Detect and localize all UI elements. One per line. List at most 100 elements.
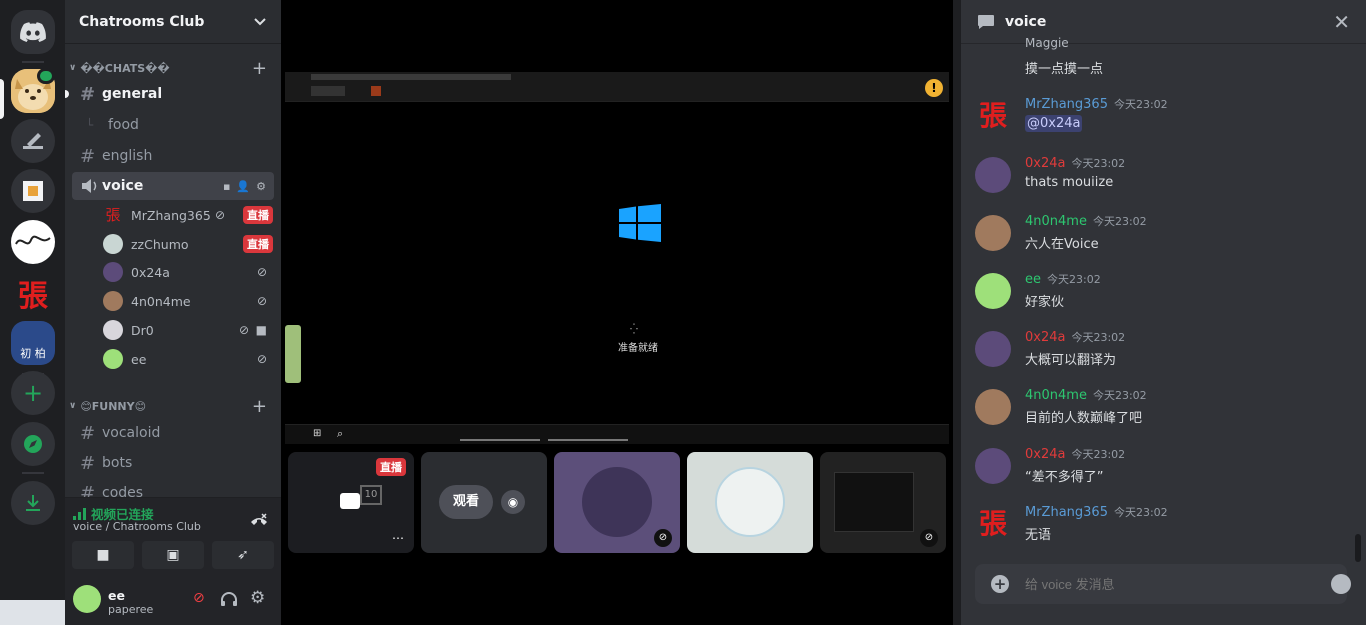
camera-button[interactable]: ■	[72, 541, 134, 569]
message-author[interactable]: 4n0n4me	[1025, 214, 1087, 229]
avatar[interactable]	[975, 389, 1011, 425]
chat-message[interactable]: 4n0n4me 今天23:02 六人在Voice	[961, 213, 1351, 263]
eye-icon[interactable]: ◉	[501, 490, 525, 514]
server-signature[interactable]	[11, 220, 55, 264]
message-timestamp: 今天23:02	[1113, 506, 1168, 519]
server-header[interactable]: Chatrooms Club	[65, 0, 281, 44]
voice-user[interactable]: zzChumo 直播	[103, 232, 273, 256]
message-composer[interactable]: +	[975, 564, 1351, 604]
message-author[interactable]: 4n0n4me	[1025, 388, 1087, 403]
chat-bubble-icon[interactable]: ▪	[223, 180, 230, 193]
chat-message[interactable]: 張 MrZhang365 今天23:02 @0x24a	[961, 96, 1351, 146]
voice-user-name: MrZhang365	[131, 207, 211, 223]
server-zhang[interactable]: 張	[11, 271, 55, 315]
gear-icon[interactable]: ⚙	[256, 180, 266, 193]
activity-button[interactable]: ➶	[212, 541, 274, 569]
screen-share-view[interactable]: ! ⁛ 准备就绪 ⊞ ⌕	[285, 72, 949, 444]
chat-message[interactable]: 0x24a 今天23:02 大概可以翻译为	[961, 329, 1351, 379]
channel-sidebar: Chatrooms Club ∨ ��CHATS�� + # general └…	[65, 0, 281, 625]
gear-icon[interactable]: ⚙	[250, 588, 265, 608]
message-author[interactable]: 0x24a	[1025, 447, 1065, 462]
avatar[interactable]	[975, 157, 1011, 193]
warning-icon[interactable]: !	[925, 79, 943, 97]
message-text: 摸一点摸一点	[1025, 62, 1104, 77]
more-options-icon[interactable]: ⋯	[392, 531, 404, 545]
avatar[interactable]: 張	[975, 98, 1011, 134]
channel-vocaloid[interactable]: # vocaloid	[72, 419, 274, 447]
windows-logo-icon	[619, 204, 661, 242]
chat-message[interactable]: 0x24a 今天23:02 “差不多得了”	[961, 446, 1351, 496]
message-timestamp: 今天23:02	[1092, 215, 1147, 228]
thread-food[interactable]: └ food	[72, 111, 274, 139]
message-author[interactable]: MrZhang365	[1025, 505, 1108, 520]
discord-logo-icon	[20, 22, 46, 42]
emoji-icon[interactable]	[1331, 574, 1351, 594]
server-square[interactable]	[11, 169, 55, 213]
message-author[interactable]: MrZhang365	[1025, 97, 1108, 112]
watch-stream-button[interactable]: 观看	[439, 485, 493, 519]
mic-muted-icon[interactable]: ⊘	[193, 590, 205, 606]
search-icon: ⌕	[337, 427, 344, 440]
tile-screen-preview[interactable]: ⊘	[820, 452, 946, 553]
avatar[interactable]: 張	[975, 506, 1011, 542]
mention[interactable]: @0x24a	[1025, 115, 1083, 132]
channel-voice[interactable]: voice ▪ 👤 ⚙	[72, 172, 274, 200]
scrollbar[interactable]	[1355, 44, 1361, 564]
avatar[interactable]	[975, 448, 1011, 484]
server-pen[interactable]	[11, 119, 55, 163]
message-author[interactable]: 0x24a	[1025, 330, 1065, 345]
disconnect-icon[interactable]	[249, 512, 269, 530]
chat-message[interactable]: ee 今天23:02 好家伙	[961, 271, 1351, 321]
headphones-icon[interactable]	[220, 591, 238, 607]
channel-bots[interactable]: # bots	[72, 449, 274, 477]
message-author[interactable]: ee	[1025, 272, 1041, 287]
category-chats[interactable]: ∨ ��CHATS�� +	[65, 58, 281, 79]
category-funny[interactable]: ∨ 😊FUNNY😊 +	[65, 396, 281, 417]
message-text: 六人在Voice	[1025, 237, 1099, 252]
chat-message[interactable]: 0x24a 今天23:02 thats mouiize	[961, 155, 1351, 205]
server-name: Chatrooms Club	[79, 13, 205, 30]
screen-share-button[interactable]: ▣	[142, 541, 204, 569]
tile-zzchumo[interactable]: 观看 ◉	[421, 452, 547, 553]
avatar	[103, 349, 123, 369]
tile-0x24a[interactable]: ⊘	[554, 452, 680, 553]
avatar[interactable]	[975, 331, 1011, 367]
add-attachment-icon[interactable]: +	[991, 575, 1009, 593]
chat-message[interactable]: 張 MrZhang365 今天23:02 无语	[961, 504, 1351, 554]
channel-general[interactable]: # general	[72, 80, 274, 108]
message-timestamp: 今天23:02	[1047, 273, 1101, 286]
download-apps-button[interactable]	[11, 481, 55, 525]
voice-user[interactable]: 4n0n4me ⊘	[103, 289, 273, 313]
avatar[interactable]	[975, 215, 1011, 251]
screen-preview	[834, 472, 914, 532]
message-timestamp: 今天23:02	[1092, 389, 1147, 402]
hash-icon: #	[80, 83, 96, 105]
channel-english[interactable]: # english	[72, 142, 274, 170]
message-author[interactable]: 0x24a	[1025, 156, 1065, 171]
add-channel-button[interactable]: +	[252, 396, 267, 417]
pen-icon	[23, 133, 43, 149]
explore-servers-button[interactable]	[11, 422, 55, 466]
invite-icon[interactable]: 👤	[236, 180, 250, 193]
tile-dr0[interactable]	[687, 452, 813, 553]
voice-user[interactable]: 張 MrZhang365 ⊘ 直播	[103, 203, 273, 227]
rail-divider	[22, 472, 44, 474]
mic-muted-icon: ⊘	[654, 529, 672, 547]
scrollbar-thumb[interactable]	[1355, 534, 1361, 562]
add-server-button[interactable]: +	[11, 371, 55, 415]
tile-mrzhang365[interactable]: 直播 10 ⋯	[288, 452, 414, 553]
voice-status-subtitle[interactable]: voice / Chatrooms Club	[73, 520, 201, 533]
square-logo-icon	[23, 181, 43, 201]
avatar[interactable]	[73, 585, 101, 613]
voice-user[interactable]: ee ⊘	[103, 347, 273, 371]
chat-message[interactable]: 4n0n4me 今天23:02 目前的人数巅峰了吧	[961, 387, 1351, 437]
home-button[interactable]	[11, 10, 55, 54]
close-icon[interactable]: ✕	[1333, 10, 1350, 34]
server-folder[interactable]: 初 柏	[11, 321, 55, 365]
voice-user[interactable]: 0x24a ⊘	[103, 260, 273, 284]
add-channel-button[interactable]: +	[252, 58, 267, 79]
discord-window: 張 初 柏 + Chatrooms Club ∨ ��CHATS�� + # g…	[0, 0, 1366, 625]
message-input[interactable]	[1025, 576, 1305, 592]
voice-user[interactable]: Dr0 ⊘ ■	[103, 318, 273, 342]
avatar[interactable]	[975, 273, 1011, 309]
